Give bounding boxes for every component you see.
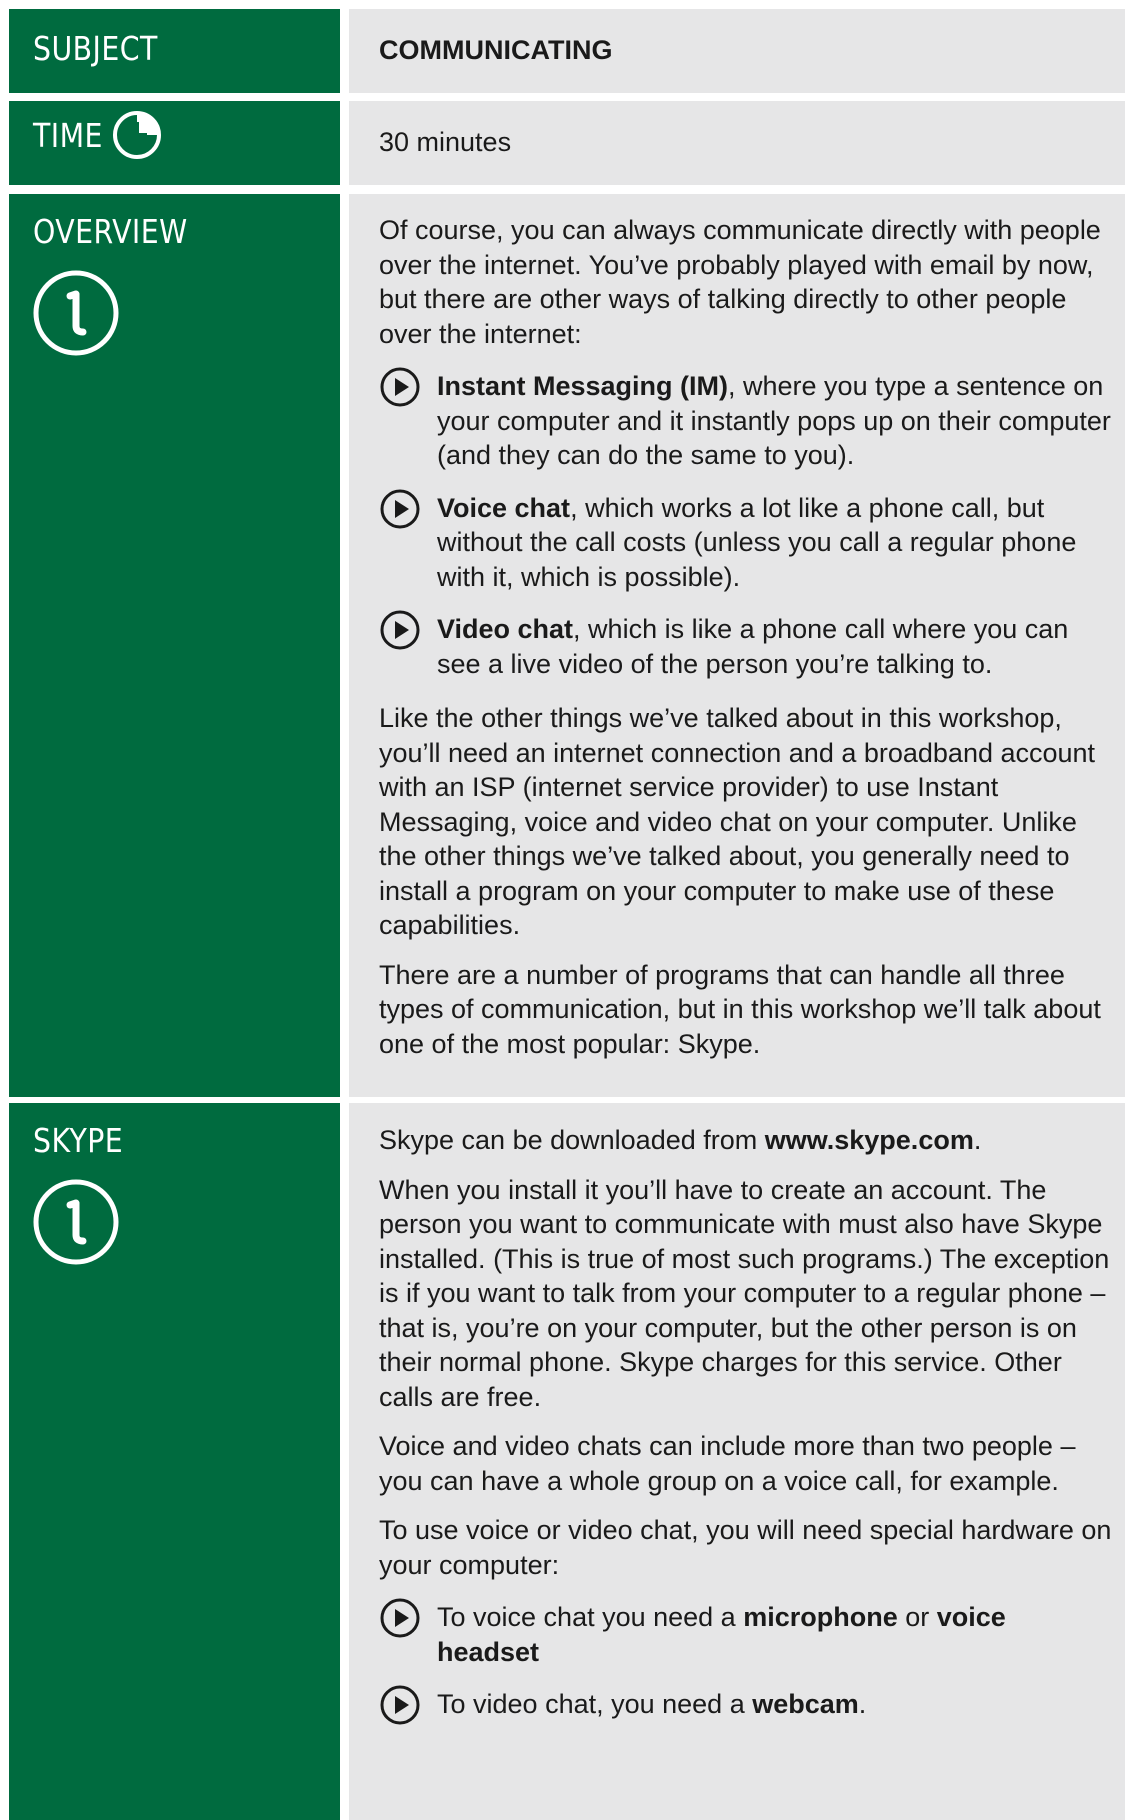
time-label-cell: TIME	[9, 101, 340, 185]
overview-bullet-video: Video chat, which is like a phone call w…	[379, 610, 1115, 681]
skype-bullet-video: To video chat, you need a webcam.	[379, 1685, 1115, 1726]
skype-row: SKYPE Skype can be downloaded from www.s…	[9, 1103, 1125, 1820]
skype-paragraph-4: To use voice or video chat, you will nee…	[379, 1515, 1112, 1580]
overview-row: OVERVIEW Of course, you can always commu…	[9, 194, 1125, 1097]
skype-b1-pre: To voice chat you need a	[437, 1602, 744, 1632]
play-bullet-icon	[380, 1685, 420, 1725]
skype-paragraph-3: Voice and video chats can include more t…	[379, 1431, 1076, 1496]
play-bullet-icon	[380, 1598, 420, 1638]
time-row: TIME 30 minutes	[9, 101, 1125, 185]
overview-label: OVERVIEW	[33, 212, 188, 251]
overview-bullet-im-text: Instant Messaging (IM), where you type a…	[437, 369, 1115, 473]
overview-bullet-video-bold: Video chat	[437, 614, 574, 644]
info-icon	[33, 270, 119, 356]
overview-bullet-voice-text: Voice chat, which works a lot like a pho…	[437, 491, 1115, 595]
overview-content-cell: Of course, you can always communicate di…	[349, 194, 1125, 1097]
skype-label: SKYPE	[33, 1121, 124, 1160]
skype-b2-post: .	[858, 1689, 867, 1719]
skype-p1-post: .	[973, 1125, 982, 1155]
subject-row: SUBJECT COMMUNICATING	[9, 9, 1125, 93]
subject-value: COMMUNICATING	[379, 35, 613, 65]
play-bullet-icon	[380, 610, 420, 650]
skype-label-cell: SKYPE	[9, 1103, 340, 1820]
overview-bullet-voice: Voice chat, which works a lot like a pho…	[379, 489, 1115, 595]
skype-bullet-voice: To voice chat you need a microphone or v…	[379, 1598, 1115, 1669]
overview-bullet-video-text: Video chat, which is like a phone call w…	[437, 612, 1115, 681]
play-bullet-icon	[380, 489, 420, 528]
play-bullet-icon	[380, 367, 420, 407]
overview-paragraph-3: There are a number of programs that can …	[379, 959, 1101, 1059]
overview-bullet-im-bold: Instant Messaging (IM)	[437, 371, 729, 401]
overview-bullet-voice-bold: Voice chat	[437, 492, 571, 523]
skype-paragraph-2: When you install it you’ll have to creat…	[379, 1174, 1110, 1412]
time-content-cell: 30 minutes	[349, 101, 1125, 185]
skype-bullet-video-text: To video chat, you need a webcam.	[437, 1687, 1115, 1722]
overview-intro: Of course, you can always communicate di…	[379, 215, 1101, 349]
skype-b2-pre: To video chat, you need a	[437, 1689, 753, 1719]
skype-paragraph-1: Skype can be downloaded from www.skype.c…	[379, 1123, 1115, 1158]
skype-b2-webcam: webcam	[752, 1689, 859, 1719]
subject-label: SUBJECT	[33, 29, 158, 68]
skype-url: www.skype.com	[764, 1125, 974, 1155]
skype-b1-microphone: microphone	[743, 1602, 898, 1632]
skype-content-cell: Skype can be downloaded from www.skype.c…	[349, 1103, 1125, 1820]
skype-b1-mid: or	[897, 1602, 937, 1632]
skype-bullet-voice-text: To voice chat you need a microphone or v…	[437, 1600, 1115, 1669]
skype-p1-pre: Skype can be downloaded from	[379, 1125, 765, 1155]
clock-icon	[113, 111, 162, 159]
time-value: 30 minutes	[379, 127, 512, 157]
overview-bullet-im: Instant Messaging (IM), where you type a…	[379, 367, 1115, 473]
overview-paragraph-2: Like the other things we’ve talked about…	[379, 703, 1096, 940]
subject-content-cell: COMMUNICATING	[349, 9, 1125, 93]
time-label: TIME	[33, 115, 103, 155]
info-icon	[33, 1179, 119, 1265]
subject-label-cell: SUBJECT	[9, 9, 340, 93]
overview-label-cell: OVERVIEW	[9, 194, 340, 1097]
